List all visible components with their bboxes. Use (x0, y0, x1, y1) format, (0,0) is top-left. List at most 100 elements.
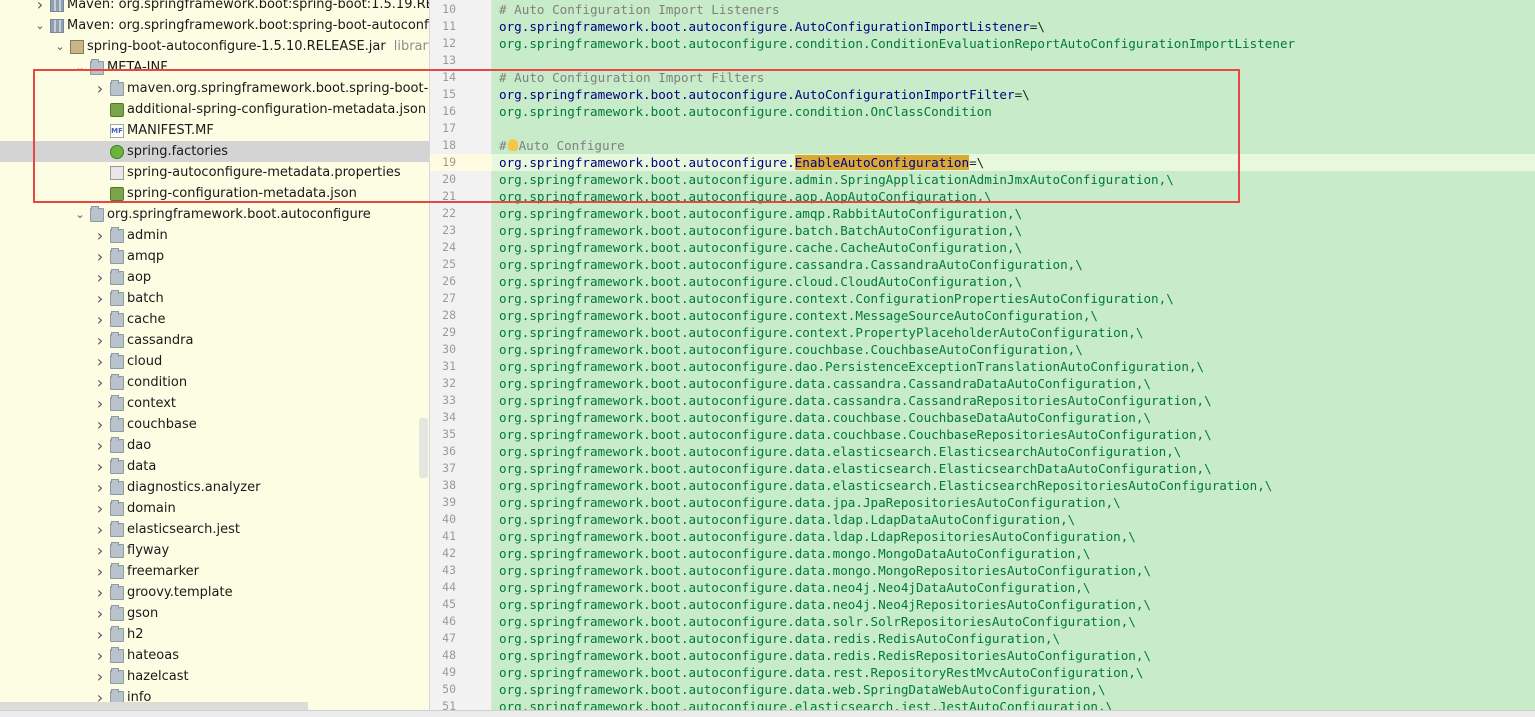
code-line[interactable]: 31 org.springframework.boot.autoconfigure… (430, 358, 1535, 375)
code-line[interactable]: 39 org.springframework.boot.autoconfigure… (430, 494, 1535, 511)
code-line[interactable]: 29 org.springframework.boot.autoconfigure… (430, 324, 1535, 341)
code-line[interactable]: 35 org.springframework.boot.autoconfigure… (430, 426, 1535, 443)
chevron-down-icon[interactable]: ⌄ (34, 15, 46, 36)
chevron-right-icon[interactable]: › (94, 309, 106, 330)
tree-item[interactable]: › flyway (0, 540, 429, 561)
code-text: org.springframework.boot.autoconfigure.d… (492, 477, 1535, 494)
tree-item[interactable]: › freemarker (0, 561, 429, 582)
tree-item[interactable]: › groovy.template (0, 582, 429, 603)
tree-item[interactable]: › couchbase (0, 414, 429, 435)
tree-item[interactable]: › batch (0, 288, 429, 309)
chevron-right-icon[interactable]: › (94, 603, 106, 624)
code-line[interactable]: 24 org.springframework.boot.autoconfigure… (430, 239, 1535, 256)
chevron-right-icon[interactable]: › (94, 645, 106, 666)
code-text: org.springframework.boot.autoconfigure.d… (492, 443, 1535, 460)
code-line[interactable]: 30 org.springframework.boot.autoconfigure… (430, 341, 1535, 358)
tree-item[interactable]: › Maven: org.springframework.boot:spring-… (0, 0, 429, 15)
tree-item[interactable]: › aop (0, 267, 429, 288)
code-line[interactable]: 27 org.springframework.boot.autoconfigure… (430, 290, 1535, 307)
tree-item[interactable]: › hateoas (0, 645, 429, 666)
code-text: org.springframework.boot.autoconfigure.d… (492, 613, 1535, 630)
code-text: org.springframework.boot.autoconfigure.a… (492, 205, 1535, 222)
chevron-right-icon[interactable]: › (94, 393, 106, 414)
code-line[interactable]: 41 org.springframework.boot.autoconfigure… (430, 528, 1535, 545)
code-line[interactable]: 40 org.springframework.boot.autoconfigure… (430, 511, 1535, 528)
tree-item[interactable]: › dao (0, 435, 429, 456)
tree-item[interactable]: ⌄ org.springframework.boot.autoconfigure (0, 204, 429, 225)
code-line[interactable]: 44 org.springframework.boot.autoconfigure… (430, 579, 1535, 596)
tree-item[interactable]: › gson (0, 603, 429, 624)
chevron-right-icon[interactable]: › (94, 288, 106, 309)
tree-item[interactable]: › data (0, 456, 429, 477)
code-line[interactable]: 48 org.springframework.boot.autoconfigure… (430, 647, 1535, 664)
tree-item[interactable]: › admin (0, 225, 429, 246)
tree-item[interactable]: › hazelcast (0, 666, 429, 687)
chevron-right-icon[interactable]: › (94, 351, 106, 372)
chevron-right-icon[interactable]: › (94, 435, 106, 456)
tree-item[interactable]: › diagnostics.analyzer (0, 477, 429, 498)
code-line[interactable]: 22 org.springframework.boot.autoconfigure… (430, 205, 1535, 222)
chevron-down-icon[interactable]: ⌄ (74, 204, 86, 225)
code-line[interactable]: 45 org.springframework.boot.autoconfigure… (430, 596, 1535, 613)
tree-item[interactable]: › condition (0, 372, 429, 393)
code-line[interactable]: 50 org.springframework.boot.autoconfigure… (430, 681, 1535, 698)
chevron-right-icon[interactable]: › (94, 477, 106, 498)
code-line[interactable]: 43 org.springframework.boot.autoconfigure… (430, 562, 1535, 579)
tree-item[interactable]: › domain (0, 498, 429, 519)
code-line[interactable]: 49 org.springframework.boot.autoconfigure… (430, 664, 1535, 681)
chevron-right-icon[interactable]: › (94, 666, 106, 687)
chevron-right-icon[interactable]: › (94, 246, 106, 267)
tree-horizontal-scrollbar[interactable] (0, 702, 308, 710)
folder-icon (110, 562, 124, 579)
code-line[interactable]: 23 org.springframework.boot.autoconfigure… (430, 222, 1535, 239)
tree-item[interactable]: › elasticsearch.jest (0, 519, 429, 540)
chevron-right-icon[interactable]: › (94, 540, 106, 561)
chevron-right-icon[interactable]: › (94, 561, 106, 582)
code-token: org.springframework.boot.autoconfigure.d… (499, 461, 1212, 476)
chevron-right-icon[interactable]: › (94, 456, 106, 477)
code-line[interactable]: 33 org.springframework.boot.autoconfigure… (430, 392, 1535, 409)
tree-item[interactable]: › cassandra (0, 330, 429, 351)
tree-item[interactable]: › cloud (0, 351, 429, 372)
chevron-right-icon[interactable]: › (94, 582, 106, 603)
code-line[interactable]: 32 org.springframework.boot.autoconfigure… (430, 375, 1535, 392)
code-line[interactable]: 38 org.springframework.boot.autoconfigure… (430, 477, 1535, 494)
code-line[interactable]: 12 org.springframework.boot.autoconfigure… (430, 35, 1535, 52)
code-text: org.springframework.boot.autoconfigure.d… (492, 392, 1535, 409)
chevron-right-icon[interactable]: › (94, 330, 106, 351)
code-text: org.springframework.boot.autoconfigure.d… (492, 375, 1535, 392)
code-line[interactable]: 28 org.springframework.boot.autoconfigure… (430, 307, 1535, 324)
chevron-right-icon[interactable]: › (94, 498, 106, 519)
code-token: org.springframework.boot.autoconfigure.d… (499, 682, 1106, 697)
tree-item[interactable]: › amqp (0, 246, 429, 267)
code-line[interactable]: 25 org.springframework.boot.autoconfigure… (430, 256, 1535, 273)
chevron-right-icon[interactable]: › (94, 267, 106, 288)
chevron-right-icon[interactable]: › (94, 519, 106, 540)
tree-item[interactable]: ⌄ spring-boot-autoconfigure-1.5.10.RELEAS… (0, 36, 429, 57)
tree-item[interactable]: › h2 (0, 624, 429, 645)
chevron-right-icon[interactable]: › (34, 0, 46, 15)
lib-icon (50, 0, 64, 12)
chevron-right-icon[interactable]: › (94, 624, 106, 645)
code-line[interactable]: 26 org.springframework.boot.autoconfigure… (430, 273, 1535, 290)
chevron-right-icon[interactable]: › (94, 372, 106, 393)
code-line[interactable]: 10 # Auto Configuration Import Listeners (430, 1, 1535, 18)
chevron-right-icon[interactable]: › (94, 225, 106, 246)
chevron-down-icon[interactable]: ⌄ (54, 36, 66, 57)
code-line[interactable]: 11 org.springframework.boot.autoconfigure… (430, 18, 1535, 35)
code-line[interactable]: 34 org.springframework.boot.autoconfigure… (430, 409, 1535, 426)
folder-icon (110, 667, 124, 684)
code-line[interactable]: 13 (430, 52, 1535, 69)
code-line[interactable]: 47 org.springframework.boot.autoconfigure… (430, 630, 1535, 647)
tree-item[interactable]: › context (0, 393, 429, 414)
tree-vertical-scrollbar[interactable] (419, 418, 428, 478)
tree-item[interactable]: ⌄ Maven: org.springframework.boot:spring-… (0, 15, 429, 36)
tree-item-label: dao (127, 438, 152, 453)
code-line[interactable]: 37 org.springframework.boot.autoconfigure… (430, 460, 1535, 477)
code-line[interactable]: 36 org.springframework.boot.autoconfigure… (430, 443, 1535, 460)
code-line[interactable]: 42 org.springframework.boot.autoconfigure… (430, 545, 1535, 562)
tree-item[interactable]: › cache (0, 309, 429, 330)
chevron-right-icon[interactable]: › (94, 414, 106, 435)
code-line[interactable]: 46 org.springframework.boot.autoconfigure… (430, 613, 1535, 630)
